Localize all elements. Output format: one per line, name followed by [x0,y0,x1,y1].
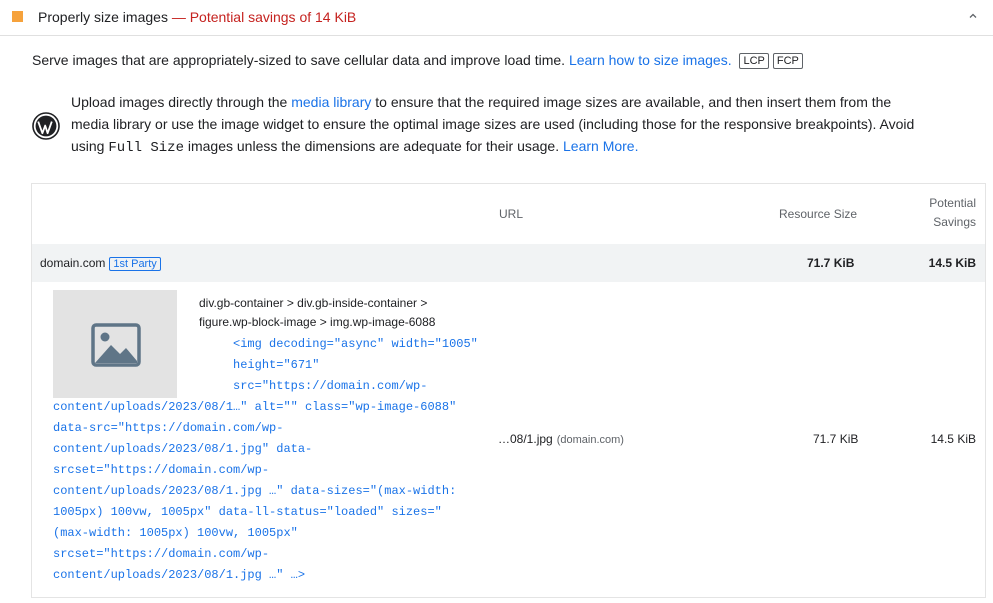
stack-text-4b: images unless the dimensions are adequat… [187,138,560,154]
group-savings: 14.5 KiB [928,256,976,270]
audit-savings: Potential savings of 14 KiB [189,9,357,25]
snippet-line: data-src="https://domain.com/wp- [53,421,284,435]
details-table: URL Resource Size Potential Savings doma… [31,183,986,598]
stack-text-1: Upload images directly through the [71,94,288,110]
audit-description: Serve images that are appropriately-size… [32,52,803,69]
learn-how-link[interactable]: Learn how to size images. [569,52,732,68]
header-url: URL [499,207,524,221]
snippet-line: content/uploads/2023/08/1…" alt="" class… [53,400,457,414]
group-label: domain.com 1st Party [40,256,161,271]
snippet-line: content/uploads/2023/08/1.jpg …" …> [53,568,306,582]
group-row-first-party: domain.com 1st Party 71.7 KiB 14.5 KiB [32,244,985,282]
audit-title-line: Properly size images — Potential savings… [38,9,356,25]
wordpress-icon [32,112,60,140]
resource-url-cell[interactable]: …08/1.jpg (domain.com) [498,432,624,446]
row-resource-size: 71.7 KiB [813,432,859,446]
full-size-code: Full Size [108,140,184,156]
node-path: div.gb-container > div.gb-inside-contain… [199,294,499,332]
header-resource-size: Resource Size [779,207,858,221]
snippet-line: content/uploads/2023/08/1.jpg …" data-si… [53,484,457,498]
warning-marker-icon [12,11,23,22]
snippet-line: src="https://domain.com/wp- [53,379,428,393]
metric-tag-fcp: FCP [772,53,803,69]
node-path-line-1: div.gb-container > div.gb-inside-contain… [199,296,428,310]
snippet-line: height="671" [53,358,320,372]
group-domain: domain.com [40,256,106,270]
learn-more-link[interactable]: Learn More. [563,138,638,154]
header-savings-line-1: Potential [929,196,976,210]
node-path-line-2: figure.wp-block-image > img.wp-image-608… [199,315,436,329]
audit-title: Properly size images [38,9,168,25]
header-potential-savings: Potential Savings [929,196,976,229]
html-snippet: <img decoding="async" width="1005" heigh… [53,334,513,586]
snippet-line: (max-width: 1005px) 100vw, 1005px" [53,526,298,540]
stack-text-2: to ensure that the required image sizes … [375,94,892,110]
first-party-badge: 1st Party [109,257,161,271]
stack-pack-advice: Upload images directly through the media… [71,91,971,159]
stack-line-2: media library or use the image widget to… [71,116,915,132]
row-savings: 14.5 KiB [930,432,976,446]
group-resource-size: 71.7 KiB [807,256,855,270]
stack-text-4a: using [71,138,105,154]
stack-line-1: Upload images directly through the media… [71,91,971,113]
metric-tag-lcp: LCP [739,53,769,69]
audit-header[interactable]: Properly size images — Potential savings… [0,0,993,36]
resource-url[interactable]: …08/1.jpg [498,432,553,446]
chevron-up-icon[interactable] [967,10,979,22]
header-savings-line-2: Savings [933,215,976,229]
stack-line-3: using Full Size images unless the dimens… [71,135,971,159]
snippet-line: 1005px) 100vw, 1005px" data-ll-status="l… [53,505,442,519]
snippet-line: <img decoding="async" width="1005" [53,337,478,351]
resource-url-host: (domain.com) [556,434,624,446]
media-library-link[interactable]: media library [291,94,371,110]
snippet-line: srcset="https://domain.com/wp- [53,463,270,477]
audit-savings-separator: — [171,9,186,25]
description-text: Serve images that are appropriately-size… [32,52,566,68]
snippet-line: content/uploads/2023/08/1.jpg" data- [53,442,313,456]
snippet-line: srcset="https://domain.com/wp- [53,547,270,561]
